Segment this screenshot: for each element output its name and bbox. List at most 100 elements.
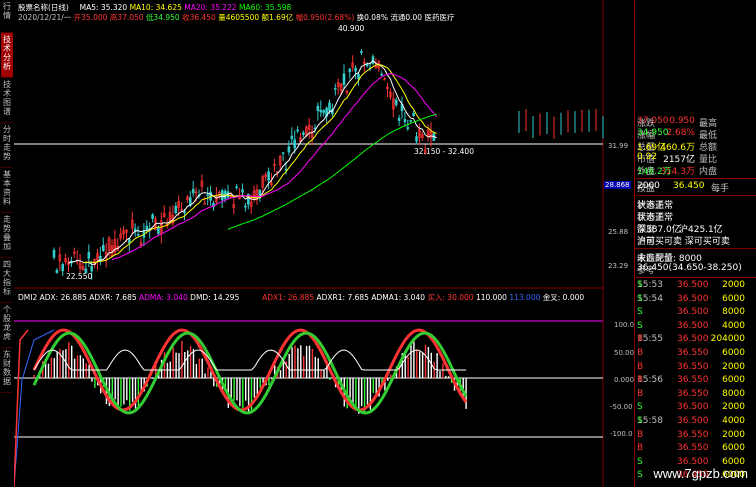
candle-body	[293, 139, 297, 149]
candle-body	[52, 249, 56, 258]
candle-body	[342, 73, 346, 85]
price-low-label: 22.550	[66, 272, 93, 281]
tick-row: 36.500 2000 S	[637, 402, 755, 415]
tick-side: B	[637, 429, 644, 440]
tick-volume: 204000	[710, 334, 745, 345]
left-tab-2[interactable]: 技术图谱	[1, 78, 13, 123]
candle-body	[206, 194, 209, 196]
candle-body	[296, 129, 299, 132]
candle-body	[241, 189, 244, 193]
quote-cell: 每手	[711, 184, 730, 194]
candle-body	[319, 109, 323, 113]
left-tab-bar: 行情 技术分析 技术图谱 分时走势 基本资料 走势叠加 四大指标 个股龙虎 东财数据	[0, 0, 15, 487]
left-tab-1[interactable]: 技术分析	[1, 33, 13, 78]
tick-volume: 4000	[722, 320, 745, 331]
candle-body	[397, 117, 401, 121]
osc-v110: 110.000	[475, 293, 507, 302]
osc-adx1: ADX1: 26.885	[262, 293, 315, 302]
info-amount: 额1.69亿	[261, 13, 294, 22]
candle-body	[316, 105, 320, 111]
candle-body	[61, 264, 65, 272]
osc-gold: 金叉: 0.000	[542, 293, 585, 302]
ma10-value: MA10: 34.625	[129, 3, 182, 12]
tick-price: 36.550	[677, 429, 709, 440]
tick-side: B	[637, 388, 644, 399]
axis-tick: 25.88	[608, 228, 629, 236]
divider	[635, 248, 756, 249]
quote-label: 内盘	[699, 167, 718, 177]
candle-body	[328, 102, 331, 112]
left-tab-0[interactable]: 行情	[1, 0, 13, 33]
tick-volume: 8000	[722, 307, 745, 318]
quote-value: 146.2万	[637, 167, 672, 177]
info-open: 开35.000	[73, 13, 108, 22]
tick-row: 15:58 36.500 4000 S	[637, 416, 755, 429]
candle-body	[403, 119, 407, 123]
tick-row: 15:54 36.500 6000 S	[637, 294, 755, 307]
tick-price: 36.550	[677, 361, 709, 372]
candle-body	[406, 127, 410, 129]
quote-value: 0.92	[637, 152, 658, 162]
left-tab-6[interactable]: 四大指标	[1, 258, 13, 303]
left-tab-4[interactable]: 基本资料	[1, 168, 13, 213]
axis-tick: 100.0	[614, 321, 635, 329]
ma60-value: MA60: 35.598	[238, 3, 292, 12]
tick-volume: 2000	[722, 402, 745, 413]
candle-body	[102, 244, 105, 252]
tick-price: 36.500	[677, 293, 709, 304]
quote-value: 0.950	[669, 116, 695, 126]
tick-side: S	[637, 307, 643, 318]
tick-row: 36.500 4000 S	[637, 321, 755, 334]
tick-side: S	[637, 456, 643, 467]
stock-title: 股票名称(日线)	[18, 3, 69, 12]
left-tab-8[interactable]: 东财数据	[1, 348, 13, 393]
left-tab-7[interactable]: 个股龙虎	[1, 303, 13, 348]
price-range-label: 32.150 - 32.400	[414, 147, 474, 156]
tick-price: 36.500	[677, 320, 709, 331]
divider	[635, 178, 756, 179]
ma20-value: MA20: 35.222	[184, 3, 237, 12]
bid-row: 按盘 36.450 每手 2000	[637, 181, 755, 194]
tick-side: S	[637, 470, 643, 481]
tick-price: 36.500	[677, 280, 709, 290]
candle-body	[136, 234, 140, 236]
info-industry: 医药医疗	[424, 13, 455, 22]
quote-cell: 36.450	[673, 181, 705, 191]
tick-row: 36.550 6000 B	[637, 443, 755, 456]
tick-price: 36.550	[677, 443, 709, 454]
candle-body	[415, 136, 418, 142]
info-low: 低34.950	[145, 13, 180, 22]
candle-body	[284, 168, 288, 171]
candle-body	[380, 73, 384, 76]
tick-side: S	[637, 320, 643, 331]
candle-body	[157, 226, 160, 234]
left-tab-3[interactable]: 分时走势	[1, 123, 13, 168]
candle-body	[145, 225, 149, 230]
candlestick-chart[interactable]	[14, 0, 604, 487]
osc-header: DMI2 ADX: 26.885 ADXR: 7.685 ADMA: 3.040…	[18, 292, 584, 303]
candle-body	[394, 99, 398, 105]
left-tab-5[interactable]: 走势叠加	[1, 213, 13, 258]
quote-cell: 36.450(34.650-38.250)	[637, 263, 742, 273]
tick-side: S	[637, 402, 643, 413]
osc-name: DMI2	[18, 293, 38, 302]
ma5-value: MA5: 35.320	[79, 3, 128, 12]
tick-volume: 2000	[722, 280, 745, 290]
tick-row: 15:56 36.550 6000 B	[637, 375, 755, 388]
quote-row: 外盘 314.3万 内盘 146.2万	[637, 164, 755, 177]
tick-volume: 4000	[722, 416, 745, 426]
candle-body	[151, 214, 154, 219]
ref-row: 参考 36.450(34.650-38.250)	[637, 263, 755, 276]
divider	[635, 277, 756, 278]
tick-volume: 6000	[722, 293, 745, 304]
tick-side: B	[637, 361, 644, 372]
tick-side: B	[637, 348, 644, 358]
axis-tick: 23.29	[608, 262, 629, 270]
candle-body	[333, 88, 337, 90]
candle-body	[267, 171, 270, 181]
watermark: www.7gpzb.com	[653, 466, 748, 481]
quote-value: 2.68%	[666, 128, 695, 138]
candle-body	[360, 51, 363, 54]
osc-adxr1: ADXR1: 7.685	[316, 293, 369, 302]
osc-dmd: DMD: 14.295	[190, 293, 240, 302]
